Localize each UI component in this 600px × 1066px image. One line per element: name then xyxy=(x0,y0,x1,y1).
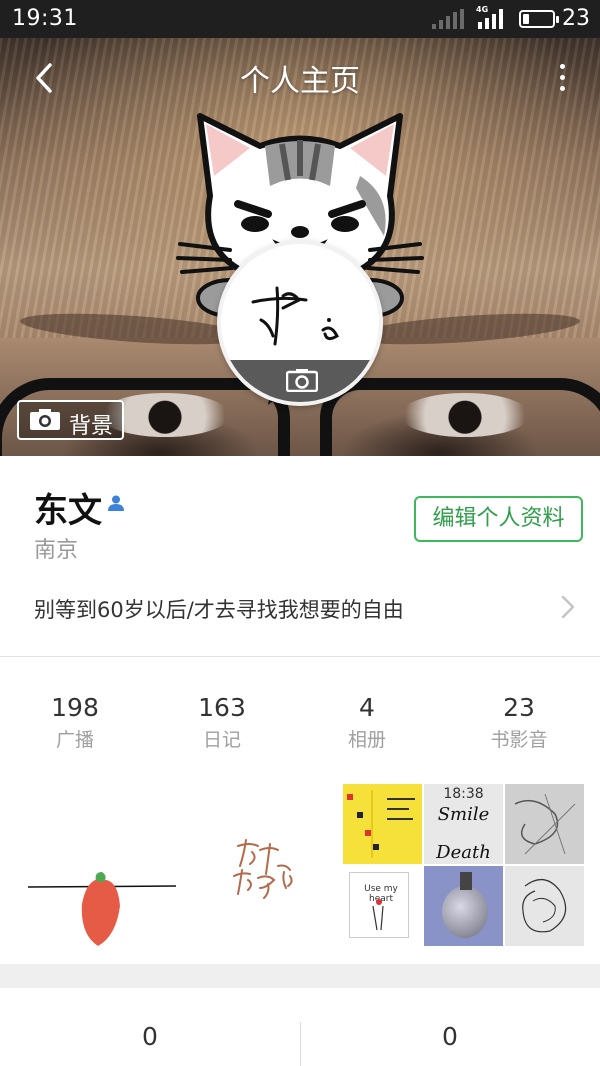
stat-label: 广播 xyxy=(55,729,94,751)
stat-books-movies-music[interactable]: 23 书影音 xyxy=(444,692,594,756)
battery-icon xyxy=(519,10,559,28)
signature-row[interactable]: 别等到60岁以后/才去寻找我想要的自由 xyxy=(0,578,600,636)
album-tile-word2: Death xyxy=(436,842,491,863)
stat-diary[interactable]: 163 日记 xyxy=(147,692,297,756)
stat-label: 日记 xyxy=(202,729,241,751)
change-background-button[interactable]: 背景 xyxy=(17,400,124,440)
album-tile: Use my heart xyxy=(343,866,422,946)
section-divider xyxy=(0,656,600,657)
stat-value: 23 xyxy=(503,693,535,722)
stat-value: 4 xyxy=(359,693,375,722)
avatar[interactable] xyxy=(217,240,383,406)
bottom-stat-left[interactable]: 0 xyxy=(0,1022,300,1051)
more-vertical-icon[interactable] xyxy=(552,62,572,94)
bottom-stat-right[interactable]: 0 xyxy=(300,1022,600,1051)
edit-profile-button[interactable]: 编辑个人资料 xyxy=(414,496,583,542)
chevron-right-icon xyxy=(561,595,575,619)
album-tile-word1: Smile xyxy=(437,804,490,825)
stat-label: 书影音 xyxy=(490,729,548,751)
user-verified-icon xyxy=(108,495,124,511)
camera-icon xyxy=(30,409,60,430)
broadcast-thumbnail[interactable] xyxy=(24,784,180,950)
profile-city: 南京 xyxy=(34,538,79,563)
stat-label: 相册 xyxy=(347,729,386,751)
album-tile xyxy=(505,866,584,946)
profile-signature: 别等到60岁以后/才去寻找我想要的自由 xyxy=(34,598,404,622)
stat-album[interactable]: 4 相册 xyxy=(292,692,442,756)
album-tile xyxy=(343,784,422,864)
stat-value: 198 xyxy=(51,693,99,722)
background-button-label: 背景 xyxy=(69,414,114,439)
status-bar: 19:31 4G 23 xyxy=(0,0,600,38)
album-tile-time: 18:38 xyxy=(443,786,484,802)
stat-value: 163 xyxy=(198,693,246,722)
status-time: 19:31 xyxy=(12,6,78,31)
signal-empty-icon xyxy=(432,9,464,29)
avatar-camera-bar[interactable] xyxy=(221,360,379,402)
diary-thumbnail[interactable] xyxy=(198,784,318,950)
battery-fill xyxy=(523,14,529,24)
profile-name: 东文 xyxy=(34,491,102,531)
album-tile xyxy=(424,866,503,946)
album-thumbnail-grid[interactable]: 18:38 Smile Death Use my heart xyxy=(343,784,584,950)
camera-icon xyxy=(286,369,318,392)
profile-cover[interactable]: 个人主页 背景 xyxy=(0,38,600,456)
battery-percent: 23 xyxy=(562,6,590,31)
album-tile xyxy=(505,784,584,864)
section-gap xyxy=(0,964,600,988)
album-tile: 18:38 Smile Death xyxy=(424,784,503,864)
avatar-handwriting xyxy=(251,286,339,346)
signal-4g-icon xyxy=(478,9,510,29)
stat-broadcast[interactable]: 198 广播 xyxy=(0,692,150,756)
